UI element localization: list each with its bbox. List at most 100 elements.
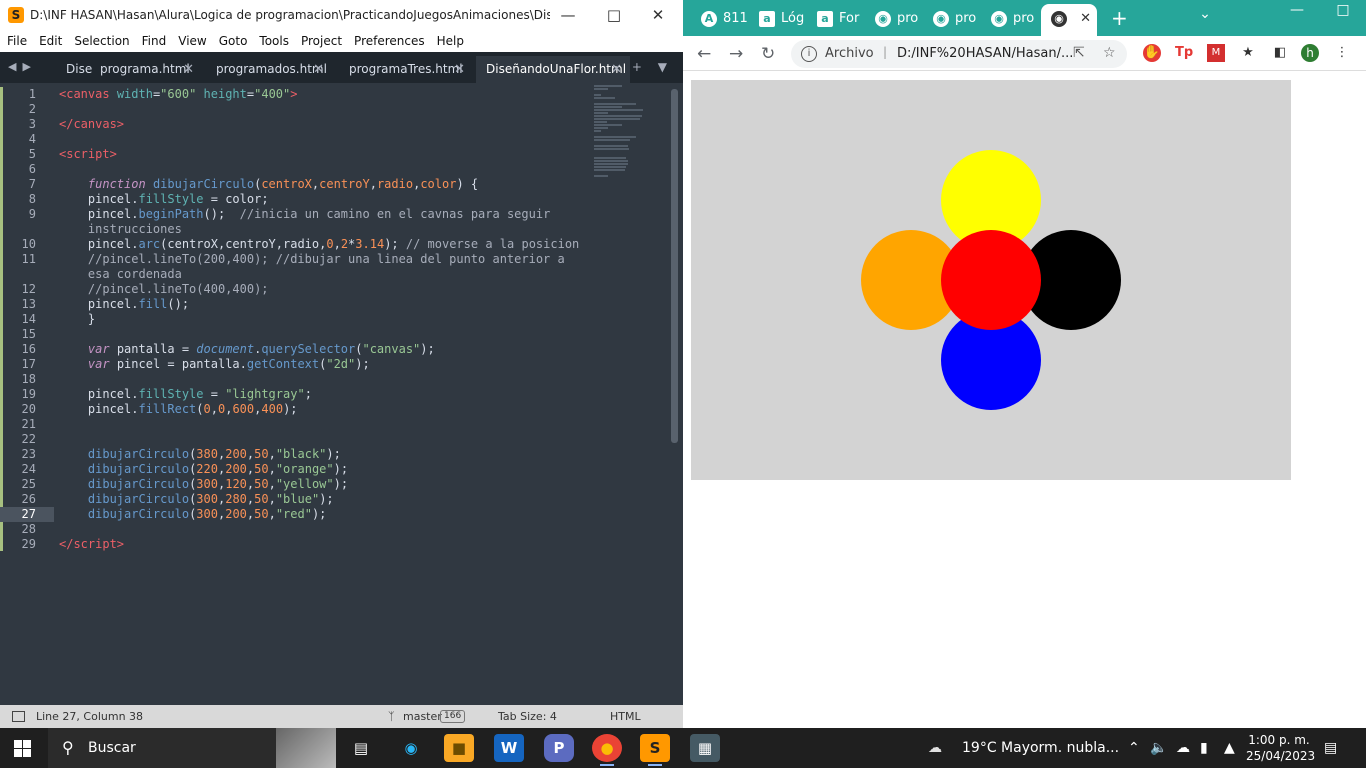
sublime-text-icon[interactable]: S xyxy=(640,734,670,766)
minimize-button[interactable]: — xyxy=(548,4,588,26)
adblock-icon[interactable]: ✋ xyxy=(1143,44,1161,62)
address-url[interactable]: D:/INF%20HASAN/Hasan/... xyxy=(897,46,1073,61)
browser-tab[interactable]: a For xyxy=(807,6,863,32)
code-line[interactable]: 6 xyxy=(0,162,600,177)
code-line[interactable]: 16 var pantalla = document.querySelector… xyxy=(0,342,600,357)
menu-project[interactable]: Project xyxy=(294,30,347,48)
maximize-button[interactable]: □ xyxy=(1323,2,1363,18)
code-line[interactable]: 17 var pincel = pantalla.getContext("2d"… xyxy=(0,357,600,372)
close-icon[interactable]: ✕ xyxy=(611,56,622,83)
code-line[interactable]: 1 <canvas width="600" height="400"> xyxy=(0,87,600,102)
new-tab-menu-icon[interactable]: + ▼ xyxy=(632,60,673,74)
cursor-position[interactable]: Line 27, Column 38 xyxy=(36,705,143,728)
code-line[interactable]: 29 </script> xyxy=(0,537,600,552)
weather-text[interactable]: 19°C Mayorm. nubla... xyxy=(962,728,1119,768)
tab-nav-arrows-icon[interactable]: ◀▶ xyxy=(8,60,37,73)
browser-tab[interactable]: a Lóg xyxy=(749,6,805,32)
onedrive-icon[interactable]: ☁ xyxy=(1176,728,1190,768)
tab-dise[interactable]: Dise xyxy=(56,56,92,83)
windows-start-icon[interactable] xyxy=(14,740,31,757)
close-icon[interactable]: ✕ xyxy=(183,56,194,83)
code-line[interactable]: 25 dibujarCirculo(300,120,50,"yellow"); xyxy=(0,477,600,492)
close-icon[interactable]: ✕ xyxy=(1080,4,1091,34)
code-line[interactable]: 23 dibujarCirculo(380,200,50,"black"); xyxy=(0,447,600,462)
menu-file[interactable]: File xyxy=(0,30,32,48)
calculator-icon[interactable]: ▦ xyxy=(690,734,720,762)
code-line[interactable]: 7 function dibujarCirculo(centroX,centro… xyxy=(0,177,600,192)
menu-tools[interactable]: Tools xyxy=(252,30,294,48)
code-line[interactable]: 11 //pincel.lineTo(200,400); //dibujar u… xyxy=(0,252,600,267)
menu-edit[interactable]: Edit xyxy=(32,30,67,48)
syntax-mode[interactable]: HTML xyxy=(610,705,641,728)
reload-icon[interactable]: ↻ xyxy=(761,44,775,64)
taskbar-search[interactable]: ⚲ Buscar xyxy=(48,728,336,768)
side-panel-icon[interactable]: ◧ xyxy=(1271,44,1289,62)
tab-disenandounaflor[interactable]: DiseñandoUnaFlor.html ✕ xyxy=(476,56,630,83)
mega-extension-icon[interactable]: M xyxy=(1207,44,1225,62)
code-line[interactable]: 28 xyxy=(0,522,600,537)
code-editor[interactable]: 1 <canvas width="600" height="400"> 2 3 </ca… xyxy=(0,83,683,705)
address-bar[interactable]: i Archivo | D:/INF%20HASAN/Hasan/... ⇱ ☆ xyxy=(791,40,1127,68)
tab-search-icon[interactable]: ⌄ xyxy=(1185,6,1225,22)
code-line[interactable]: 24 dibujarCirculo(220,200,50,"orange"); xyxy=(0,462,600,477)
code-line[interactable]: 27 dibujarCirculo(300,200,50,"red"); xyxy=(0,507,600,522)
code-line[interactable]: 19 pincel.fillStyle = "lightgray"; xyxy=(0,387,600,402)
star-icon[interactable]: ☆ xyxy=(1103,45,1116,61)
browser-tab[interactable]: ◉ pro xyxy=(923,6,979,32)
code-line[interactable]: 2 xyxy=(0,102,600,117)
git-branch[interactable]: master xyxy=(403,705,442,728)
maximize-button[interactable]: □ xyxy=(594,4,634,26)
browser-tab[interactable]: ◉ pro xyxy=(981,6,1037,32)
system-clock[interactable]: 1:00 p. m. 25/04/2023 xyxy=(1246,732,1315,764)
file-explorer-icon[interactable]: ■ xyxy=(444,734,474,762)
code-line[interactable]: 12 //pincel.lineTo(400,400); xyxy=(0,282,600,297)
code-line[interactable]: 13 pincel.fill(); xyxy=(0,297,600,312)
code-line[interactable]: 9 pincel.beginPath(); //inicia un camino… xyxy=(0,207,600,222)
code-line[interactable]: 14 } xyxy=(0,312,600,327)
code-line[interactable]: 22 xyxy=(0,432,600,447)
code-line[interactable]: 8 pincel.fillStyle = color; xyxy=(0,192,600,207)
browser-tab[interactable]: A 811 xyxy=(691,6,748,32)
tab-programa[interactable]: programa.html ✕ xyxy=(90,56,202,83)
code-line[interactable]: 26 dibujarCirculo(300,280,50,"blue"); xyxy=(0,492,600,507)
vertical-scrollbar[interactable] xyxy=(671,89,678,443)
minimize-button[interactable]: — xyxy=(1277,2,1317,18)
forward-icon[interactable]: → xyxy=(729,44,743,64)
minimap[interactable] xyxy=(594,85,664,177)
menu-preferences[interactable]: Preferences xyxy=(347,30,430,48)
tp-extension-icon[interactable]: Tp xyxy=(1175,44,1193,62)
puzzle-icon[interactable]: ★ xyxy=(1239,44,1257,62)
browser-tab[interactable]: ◉ pro xyxy=(865,6,921,32)
code-line[interactable]: esa cordenada xyxy=(0,267,600,282)
browser-tab-active[interactable]: ◉ ✕ xyxy=(1041,4,1097,36)
menu-goto[interactable]: Goto xyxy=(212,30,253,48)
code-line[interactable]: instrucciones xyxy=(0,222,600,237)
new-tab-button[interactable]: + xyxy=(1111,6,1128,30)
menu-find[interactable]: Find xyxy=(135,30,172,48)
menu-selection[interactable]: Selection xyxy=(67,30,134,48)
menu-help[interactable]: Help xyxy=(430,30,469,48)
code-line[interactable]: 20 pincel.fillRect(0,0,600,400); xyxy=(0,402,600,417)
menu-kebab-icon[interactable]: ⋮ xyxy=(1333,44,1351,62)
share-icon[interactable]: ⇱ xyxy=(1073,45,1085,61)
notifications-icon[interactable]: ▤ xyxy=(1324,728,1337,768)
tab-programados[interactable]: programados.html ✕ xyxy=(206,56,332,83)
code-line[interactable]: 10 pincel.arc(centroX,centroY,radio,0,2*… xyxy=(0,237,600,252)
wifi-icon[interactable]: ▲ xyxy=(1224,728,1235,768)
weather-icon[interactable]: ☁ xyxy=(928,728,942,768)
panel-toggle-icon[interactable] xyxy=(12,711,25,722)
code-line[interactable]: 3 </canvas> xyxy=(0,117,600,132)
menu-view[interactable]: View xyxy=(171,30,211,48)
edge-icon[interactable]: ◉ xyxy=(396,734,426,762)
close-icon[interactable]: ✕ xyxy=(454,56,465,83)
tab-size[interactable]: Tab Size: 4 xyxy=(498,705,557,728)
code-line[interactable]: 5 <script> xyxy=(0,147,600,162)
info-icon[interactable]: i xyxy=(801,46,817,62)
avatar[interactable]: h xyxy=(1301,44,1319,62)
code-line[interactable]: 18 xyxy=(0,372,600,387)
p-app-icon[interactable]: P xyxy=(544,734,574,762)
chrome-icon[interactable]: ● xyxy=(592,734,622,766)
close-button[interactable]: ✕ xyxy=(638,4,678,26)
close-icon[interactable]: ✕ xyxy=(313,56,324,83)
volume-icon[interactable]: 🔈 xyxy=(1150,728,1167,768)
